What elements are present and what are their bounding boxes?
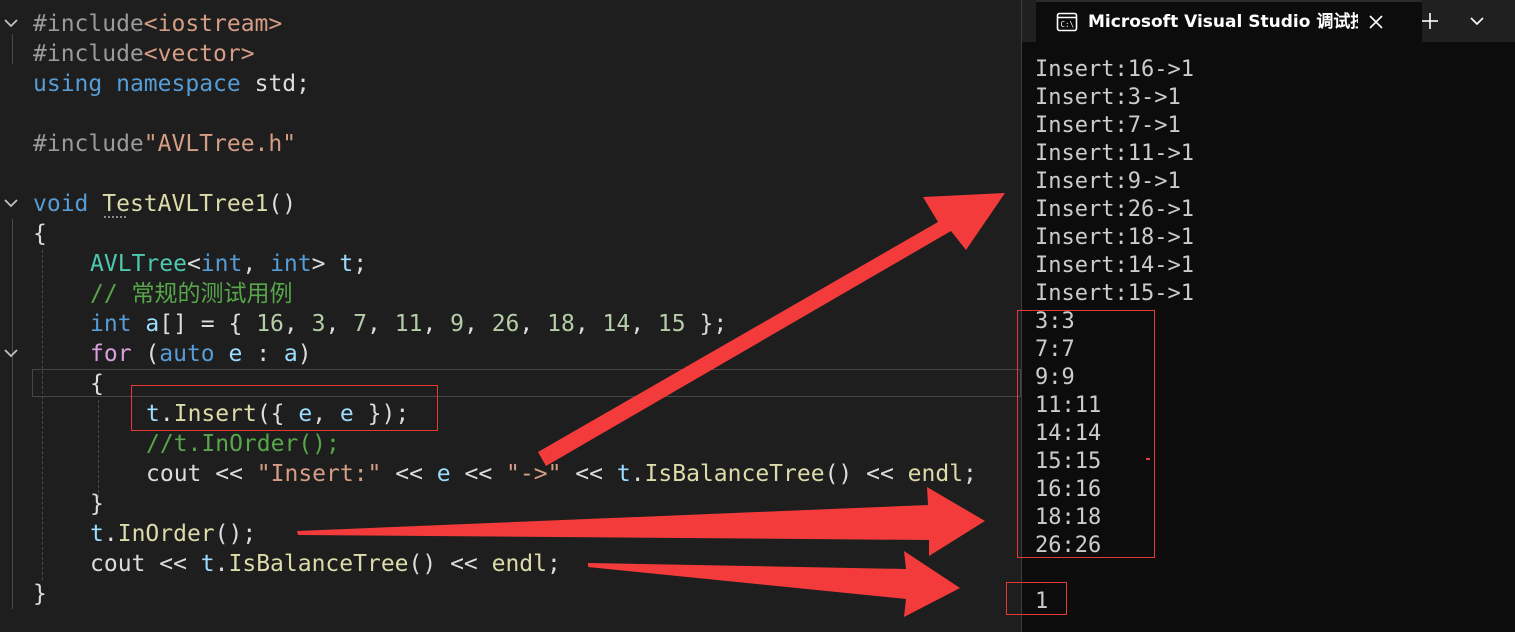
close-icon[interactable] xyxy=(1366,12,1386,32)
indent-guide xyxy=(98,400,99,498)
console-output-line: Insert:7->1 xyxy=(1035,113,1181,138)
svg-text:C:\: C:\ xyxy=(1061,20,1075,29)
balance-result-highlight-box xyxy=(1006,582,1067,615)
console-output-line: Insert:9->1 xyxy=(1035,169,1181,194)
console-output-line: Insert:16->1 xyxy=(1035,57,1194,82)
console-output-line: Insert:14->1 xyxy=(1035,253,1194,278)
code-editor[interactable]: #include<iostream> #include<vector> usin… xyxy=(0,0,1021,632)
console-app-icon: C:\ xyxy=(1056,11,1078,37)
annotation-mark xyxy=(1146,458,1150,460)
inorder-output-highlight-box xyxy=(1017,310,1155,558)
fold-chevron-icon[interactable] xyxy=(4,339,18,369)
console-output-line: Insert:3->1 xyxy=(1035,85,1181,110)
indent-guide xyxy=(12,219,13,609)
terminal-tab-title: Microsoft Visual Studio 调试控 xyxy=(1088,12,1358,32)
fold-chevron-icon[interactable] xyxy=(4,9,18,39)
chevron-down-icon[interactable] xyxy=(1466,10,1488,32)
console-output-line: Insert:18->1 xyxy=(1035,225,1194,250)
debug-console-window[interactable]: C:\ Microsoft Visual Studio 调试控 Insert:1… xyxy=(1006,0,1515,632)
indent-guide xyxy=(42,250,43,580)
terminal-tab-bar: C:\ Microsoft Visual Studio 调试控 xyxy=(1022,0,1515,42)
console-output-line: Insert:15->1 xyxy=(1035,281,1194,306)
console-output-line: Insert:26->1 xyxy=(1035,197,1194,222)
console-output-line: Insert:11->1 xyxy=(1035,141,1194,166)
terminal-tab[interactable]: C:\ Microsoft Visual Studio 调试控 xyxy=(1036,0,1422,42)
insert-call-highlight-box xyxy=(131,385,438,431)
fold-chevron-icon[interactable] xyxy=(4,189,18,219)
plus-icon[interactable] xyxy=(1418,9,1442,33)
